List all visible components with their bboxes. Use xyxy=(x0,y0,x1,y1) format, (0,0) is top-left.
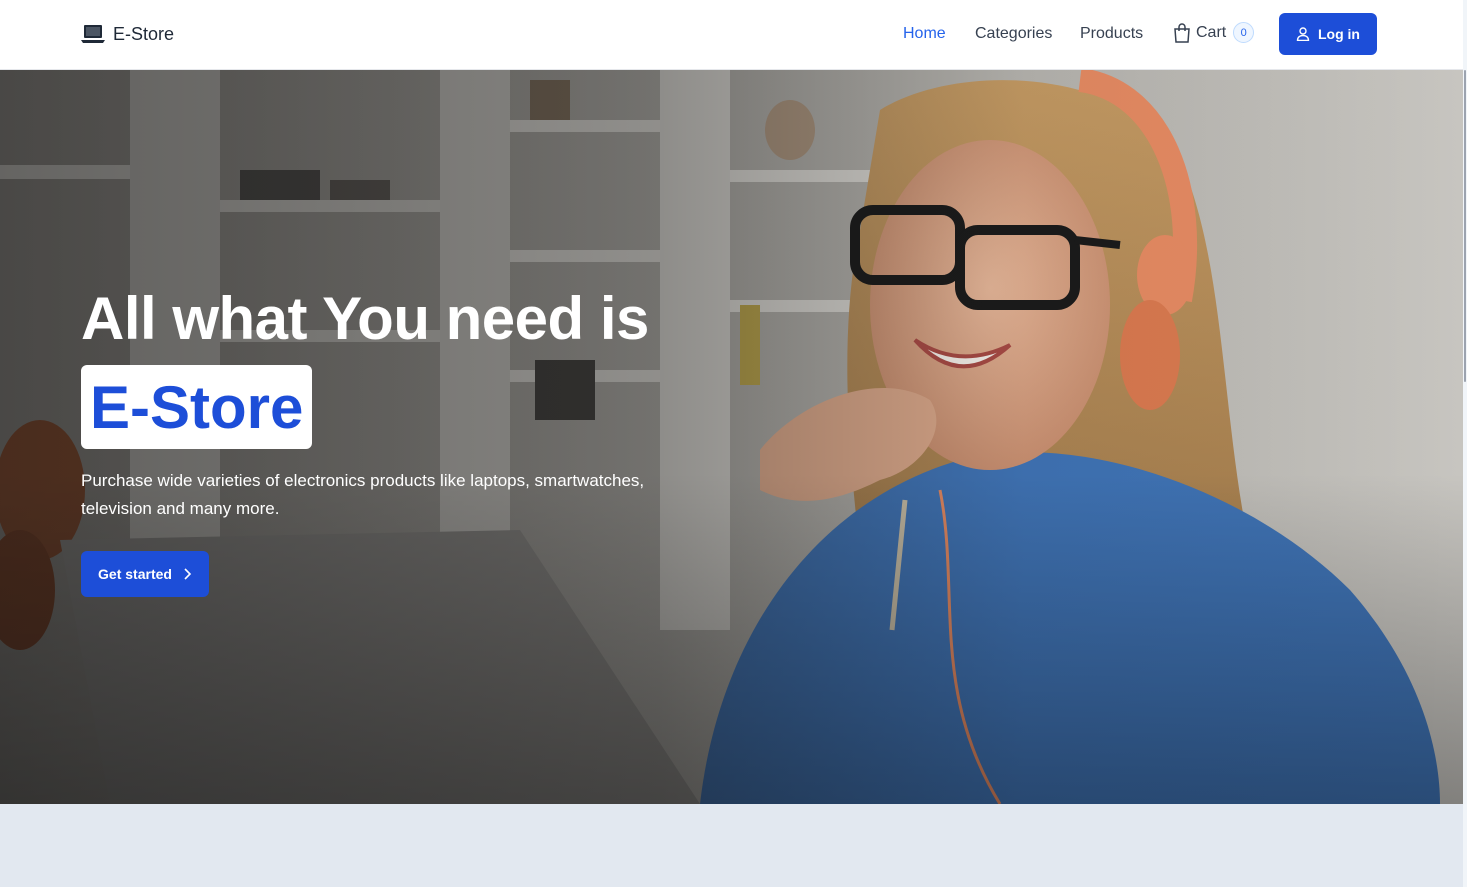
hero-section: All what You need is E-Store Purchase wi… xyxy=(0,70,1463,804)
get-started-button[interactable]: Get started xyxy=(81,551,209,597)
brand-link[interactable]: E-Store xyxy=(81,23,174,45)
nav-link-products[interactable]: Products xyxy=(1080,25,1143,43)
cart-label: Cart xyxy=(1196,23,1227,41)
shopping-bag-icon xyxy=(1174,22,1190,43)
get-started-label: Get started xyxy=(98,566,172,582)
brand-name: E-Store xyxy=(113,23,175,44)
user-icon xyxy=(1296,27,1310,41)
login-label: Log in xyxy=(1318,26,1360,42)
nav-link-home[interactable]: Home xyxy=(903,25,946,43)
scrollbar-thumb[interactable] xyxy=(1464,70,1466,382)
hero-highlight-badge: E-Store xyxy=(81,365,313,449)
cart-link[interactable]: Cart 0 xyxy=(1173,22,1255,43)
top-navbar: E-Store Home Categories Products Cart 0 … xyxy=(0,0,1463,70)
cart-count-badge: 0 xyxy=(1233,22,1255,43)
login-button[interactable]: Log in xyxy=(1279,13,1377,55)
hero-description: Purchase wide varieties of electronics p… xyxy=(81,471,645,518)
chevron-right-icon xyxy=(184,568,192,580)
laptop-icon xyxy=(81,25,105,43)
hero-title: All what You need is xyxy=(81,285,649,352)
nav-link-categories[interactable]: Categories xyxy=(975,25,1052,43)
